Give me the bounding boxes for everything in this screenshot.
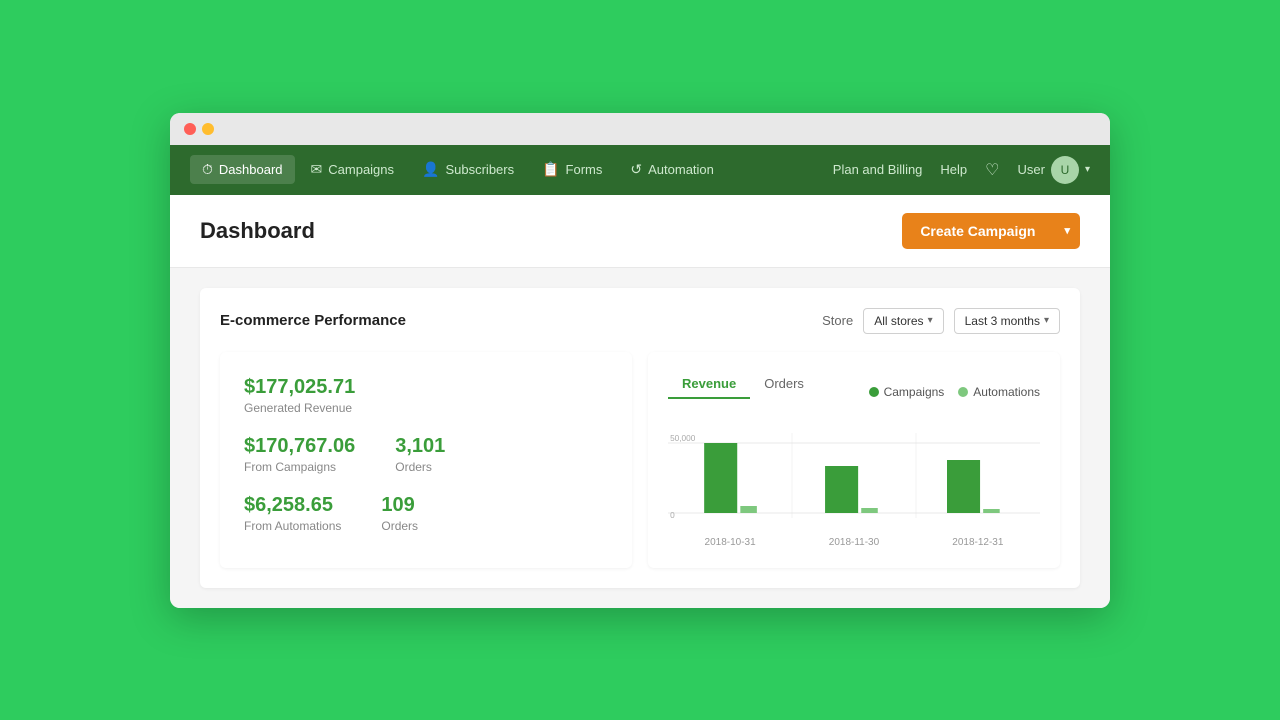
legend-automations-label: Automations [973, 385, 1040, 399]
nav-left: ⏱ Dashboard ✉ Campaigns 👤 Subscribers 📋 … [190, 155, 833, 184]
chart-card: Revenue Orders Campaigns Auto [648, 352, 1060, 568]
forms-icon: 📋 [542, 161, 559, 178]
bar-nov-campaigns [825, 466, 858, 513]
x-label-oct: 2018-10-31 [705, 537, 756, 548]
bar-oct-automations [740, 506, 757, 513]
legend-campaigns-label: Campaigns [884, 385, 945, 399]
ecommerce-title: E-commerce Performance [220, 312, 406, 329]
nav-label-forms: Forms [566, 162, 603, 177]
campaigns-icon: ✉ [311, 161, 323, 178]
campaigns-revenue-value: $170,767.06 [244, 435, 355, 458]
legend-campaigns-dot [869, 387, 879, 397]
store-filter-value: All stores [874, 314, 923, 328]
nav-item-campaigns[interactable]: ✉ Campaigns [299, 155, 407, 184]
time-filter-value: Last 3 months [965, 314, 1040, 328]
nav-label-automation: Automation [648, 162, 714, 177]
plan-billing-link[interactable]: Plan and Billing [833, 162, 923, 177]
bar-dec-automations [983, 509, 1000, 513]
browser-window: ⏱ Dashboard ✉ Campaigns 👤 Subscribers 📋 … [170, 113, 1110, 608]
campaign-orders-stat: 3,101 Orders [395, 435, 445, 474]
campaigns-stat: $170,767.06 From Campaigns [244, 435, 355, 474]
legend-automations-dot [958, 387, 968, 397]
store-filter[interactable]: All stores ▾ [863, 308, 943, 334]
performance-grid: $177,025.71 Generated Revenue $170,767.0… [220, 352, 1060, 568]
generated-revenue-label: Generated Revenue [244, 401, 608, 415]
automation-icon: ↺ [630, 161, 642, 178]
ecommerce-card: E-commerce Performance Store All stores … [200, 288, 1080, 588]
nav-label-subscribers: Subscribers [445, 162, 514, 177]
dashboard-icon: ⏱ [202, 161, 213, 178]
nav-label-campaigns: Campaigns [328, 162, 394, 177]
automations-revenue-value: $6,258.65 [244, 494, 341, 517]
create-campaign-caret: ▾ [1054, 214, 1080, 247]
user-avatar: U [1051, 156, 1079, 184]
ecommerce-section: E-commerce Performance Store All stores … [170, 268, 1110, 608]
stats-inline-row2: $6,258.65 From Automations 109 Orders [244, 494, 608, 533]
nav-item-automation[interactable]: ↺ Automation [618, 155, 726, 184]
stat-generated-revenue: $177,025.71 Generated Revenue [244, 376, 608, 415]
campaign-orders-label: Orders [395, 460, 445, 474]
dot-red[interactable] [184, 123, 196, 135]
create-campaign-label: Create Campaign [902, 213, 1053, 249]
x-label-nov: 2018-11-30 [829, 537, 879, 548]
nav-item-forms[interactable]: 📋 Forms [530, 155, 614, 184]
chart-x-labels: 2018-10-31 2018-11-30 2018-12-31 [668, 537, 1040, 548]
nav-item-dashboard[interactable]: ⏱ Dashboard [190, 155, 295, 184]
svg-text:0: 0 [670, 511, 675, 520]
chart-svg: 50,000 0 [668, 423, 1040, 533]
nav-label-dashboard: Dashboard [219, 162, 283, 177]
store-label: Store [822, 313, 853, 328]
chart-legend: Campaigns Automations [869, 385, 1040, 399]
user-label: User [1018, 162, 1045, 177]
main-nav: ⏱ Dashboard ✉ Campaigns 👤 Subscribers 📋 … [170, 145, 1110, 195]
x-label-dec: 2018-12-31 [952, 537, 1003, 548]
store-filter-caret: ▾ [928, 315, 933, 326]
automation-orders-value: 109 [381, 494, 418, 517]
help-link[interactable]: Help [940, 162, 967, 177]
legend-automations: Automations [958, 385, 1040, 399]
dot-green-browser[interactable] [220, 123, 232, 135]
page-title: Dashboard [200, 218, 315, 244]
time-filter[interactable]: Last 3 months ▾ [954, 308, 1060, 334]
stats-inline-row1: $170,767.06 From Campaigns 3,101 Orders [244, 435, 608, 474]
main-content: Dashboard Create Campaign ▾ E-commerce P… [170, 195, 1110, 608]
section-header: E-commerce Performance Store All stores … [220, 308, 1060, 334]
chart-area: 50,000 0 [668, 423, 1040, 533]
page-header: Dashboard Create Campaign ▾ [170, 195, 1110, 268]
bar-oct-campaigns [704, 443, 737, 513]
campaign-orders-value: 3,101 [395, 435, 445, 458]
automations-revenue-label: From Automations [244, 519, 341, 533]
favorites-icon[interactable]: ♡ [985, 160, 999, 180]
generated-revenue-value: $177,025.71 [244, 376, 608, 399]
section-filters: Store All stores ▾ Last 3 months ▾ [822, 308, 1060, 334]
legend-campaigns: Campaigns [869, 385, 945, 399]
automations-revenue-stat: $6,258.65 From Automations [244, 494, 341, 533]
bar-dec-campaigns [947, 460, 980, 513]
time-filter-caret: ▾ [1044, 315, 1049, 326]
nav-right: Plan and Billing Help ♡ User U ▾ [833, 156, 1090, 184]
chart-header: Revenue Orders Campaigns Auto [668, 372, 1040, 413]
user-area[interactable]: User U ▾ [1018, 156, 1090, 184]
stat-total-orders: $6,258.65 From Automations 109 Orders [244, 494, 608, 533]
dot-yellow[interactable] [202, 123, 214, 135]
automation-orders-label: Orders [381, 519, 418, 533]
tab-orders[interactable]: Orders [750, 372, 818, 399]
svg-text:50,000: 50,000 [670, 434, 696, 443]
automation-orders-stat: 109 Orders [381, 494, 418, 533]
browser-chrome [170, 113, 1110, 145]
tab-revenue[interactable]: Revenue [668, 372, 750, 399]
subscribers-icon: 👤 [422, 161, 439, 178]
bar-nov-automations [861, 508, 878, 513]
stats-card: $177,025.71 Generated Revenue $170,767.0… [220, 352, 632, 568]
user-caret: ▾ [1085, 164, 1090, 175]
campaigns-revenue-label: From Campaigns [244, 460, 355, 474]
chart-tabs: Revenue Orders [668, 372, 818, 399]
create-campaign-button[interactable]: Create Campaign ▾ [902, 213, 1080, 249]
nav-item-subscribers[interactable]: 👤 Subscribers [410, 155, 526, 184]
